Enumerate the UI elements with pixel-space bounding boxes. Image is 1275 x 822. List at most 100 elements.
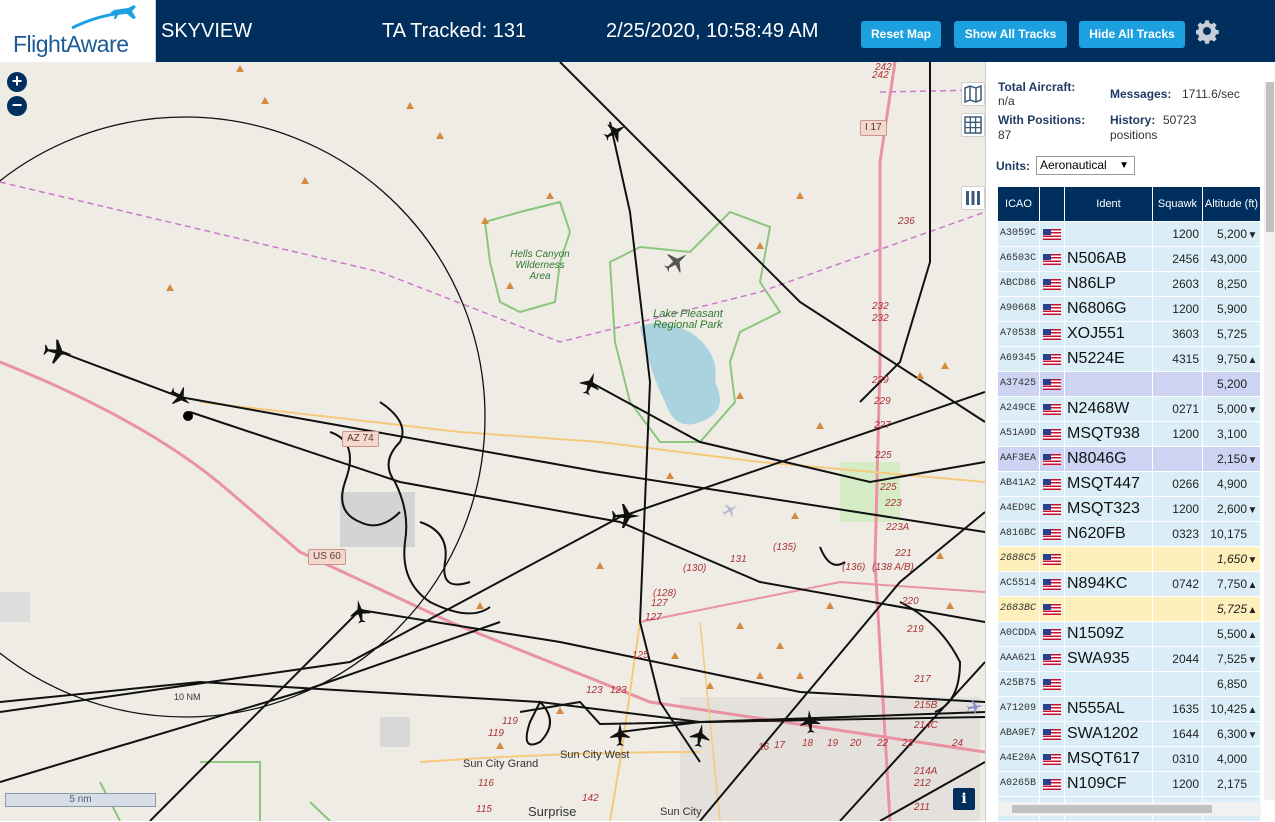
altitude-value: 5,725 <box>1216 327 1247 341</box>
table-row[interactable]: A3059C 1200 5,200▼ <box>998 222 1261 247</box>
table-row[interactable]: A4E20A MSQT617 0310 4,000 <box>998 747 1261 772</box>
hide-all-tracks-button[interactable]: Hide All Tracks <box>1079 21 1185 48</box>
map-layers-icon <box>964 84 982 104</box>
squawk-cell: 1200 <box>1153 422 1203 446</box>
table-row[interactable]: A0CDDA N1509Z 5,500▲ <box>998 622 1261 647</box>
flag-cell <box>1040 322 1065 346</box>
us-flag-icon <box>1043 304 1061 315</box>
table-row[interactable]: ABA9E7 SWA1202 1644 6,300▼ <box>998 722 1261 747</box>
table-row[interactable]: 2683BC 5,725▲ <box>998 597 1261 622</box>
col-squawk[interactable]: Squawk <box>1153 187 1203 221</box>
map-layers-button[interactable] <box>961 82 985 106</box>
altitude-cell: 4,000 <box>1203 747 1261 771</box>
us-flag-icon <box>1043 379 1061 390</box>
table-row[interactable]: A816BC N620FB 0323 10,175 <box>998 522 1261 547</box>
table-row[interactable]: A51A9D MSQT938 1200 3,100 <box>998 422 1261 447</box>
altitude-cell: 5,200 <box>1203 372 1261 396</box>
trend-icon: ▲ <box>1247 355 1258 366</box>
zoom-in-button[interactable]: + <box>7 72 27 92</box>
icao-cell: 2688C5 <box>998 547 1040 571</box>
table-row[interactable]: A90668 N6806G 1200 5,900 <box>998 297 1261 322</box>
table-row[interactable]: A0265B N109CF 1200 2,175 <box>998 772 1261 797</box>
altitude-value: 7,750 <box>1216 577 1247 591</box>
info-button[interactable]: i <box>953 788 975 810</box>
table-row[interactable]: A71209 N555AL 1635 10,425▲ <box>998 697 1261 722</box>
altitude-cell: 2,175 <box>1203 772 1261 796</box>
flag-cell <box>1040 697 1065 721</box>
ident-cell: N8046G <box>1065 447 1153 471</box>
icao-cell: ABA9E7 <box>998 722 1040 746</box>
sun-city-label: Sun City <box>660 806 702 818</box>
ident-cell <box>1065 372 1153 396</box>
trend-icon: ▼ <box>1247 555 1258 566</box>
trend-icon: ▼ <box>1247 455 1258 466</box>
col-ident[interactable]: Ident <box>1065 187 1153 221</box>
zoom-out-button[interactable]: − <box>7 96 27 116</box>
surprise-label: Surprise <box>528 804 577 819</box>
gear-icon[interactable] <box>1196 20 1220 44</box>
table-row[interactable]: A6503C N506AB 2456 43,000 <box>998 247 1261 272</box>
table-row[interactable]: AB41A2 MSQT447 0266 4,900 <box>998 472 1261 497</box>
us-flag-icon <box>1043 779 1061 790</box>
table-row[interactable]: ABCD86 N86LP 2603 8,250 <box>998 272 1261 297</box>
altitude-value: 43,000 <box>1210 252 1247 266</box>
vertical-scrollbar[interactable] <box>1264 82 1275 800</box>
lake-pleasant-label: Lake Pleasant Regional Park <box>653 308 723 331</box>
trend-icon: ▼ <box>1247 505 1258 516</box>
altitude-cell: 5,000▼ <box>1203 397 1261 421</box>
history-unit: positions <box>1110 128 1158 142</box>
aircraft-markers <box>43 124 984 748</box>
flag-cell <box>1040 772 1065 796</box>
horizontal-scrollbar[interactable] <box>998 802 1261 816</box>
table-row[interactable]: A70538 XOJ551 3603 5,725 <box>998 322 1261 347</box>
altitude-cell: 8,250 <box>1203 272 1261 296</box>
squawk-cell: 0323 <box>1153 522 1203 546</box>
datetime: 2/25/2020, 10:58:49 AM <box>606 20 819 42</box>
flag-cell <box>1040 447 1065 471</box>
table-row[interactable]: AAA621 SWA935 2044 7,525▼ <box>998 647 1261 672</box>
flightaware-logo[interactable]: FlightAware <box>0 0 156 62</box>
altitude-value: 5,200 <box>1216 227 1247 241</box>
us60-shield: US 60 <box>308 549 346 565</box>
table-row[interactable]: A249CE N2468W 0271 5,000▼ <box>998 397 1261 422</box>
altitude-value: 5,725 <box>1216 602 1247 616</box>
altitude-cell: 5,725 <box>1203 322 1261 346</box>
reset-map-button[interactable]: Reset Map <box>861 21 941 48</box>
trend-icon: ▼ <box>1247 230 1258 241</box>
flag-cell <box>1040 272 1065 296</box>
us-flag-icon <box>1043 279 1061 290</box>
units-select[interactable]: Aeronautical ▼ <box>1036 156 1135 175</box>
table-row[interactable]: A25B75 6,850 <box>998 672 1261 697</box>
show-all-tracks-button[interactable]: Show All Tracks <box>954 21 1067 48</box>
us-flag-icon <box>1043 729 1061 740</box>
altitude-cell: 2,150▼ <box>1203 447 1261 471</box>
table-row[interactable]: A69345 N5224E 4315 9,750▲ <box>998 347 1261 372</box>
table-row[interactable]: AC5514 N894KC 0742 7,750▲ <box>998 572 1261 597</box>
ident-cell <box>1065 222 1153 246</box>
grid-button[interactable] <box>961 113 985 137</box>
table-row[interactable]: AAF3EA N8046G 2,150▼ <box>998 447 1261 472</box>
us-flag-icon <box>1043 429 1061 440</box>
table-row[interactable]: 2688C5 1,650▼ <box>998 547 1261 572</box>
logo-text: FlightAware <box>13 31 129 57</box>
lake-pleasant <box>640 323 720 425</box>
col-icao[interactable]: ICAO <box>998 187 1040 221</box>
altitude-cell: 6,300▼ <box>1203 722 1261 746</box>
col-altitude[interactable]: Altitude (ft) <box>1203 187 1261 221</box>
flag-cell <box>1040 597 1065 621</box>
ident-cell: N109CF <box>1065 772 1153 796</box>
ident-cell: XOJ551 <box>1065 322 1153 346</box>
map-canvas[interactable]: Hells Canyon Wilderness Area Lake Pleasa… <box>0 62 985 821</box>
table-row[interactable]: A4ED9C MSQT323 1200 2,600▼ <box>998 497 1261 522</box>
table-row[interactable]: A37425 5,200 <box>998 372 1261 397</box>
altitude-value: 6,850 <box>1216 677 1247 691</box>
icao-cell: AB41A2 <box>998 472 1040 496</box>
tracked-count: TA Tracked: 131 <box>382 20 527 42</box>
total-aircraft-label: Total Aircraft: <box>998 80 1076 94</box>
ident-cell: MSQT323 <box>1065 497 1153 521</box>
app-title: SKYVIEW <box>161 20 253 42</box>
col-flag[interactable] <box>1040 187 1065 221</box>
columns-button[interactable] <box>961 186 985 210</box>
icao-cell: A71209 <box>998 697 1040 721</box>
altitude-value: 10,425 <box>1210 702 1247 716</box>
